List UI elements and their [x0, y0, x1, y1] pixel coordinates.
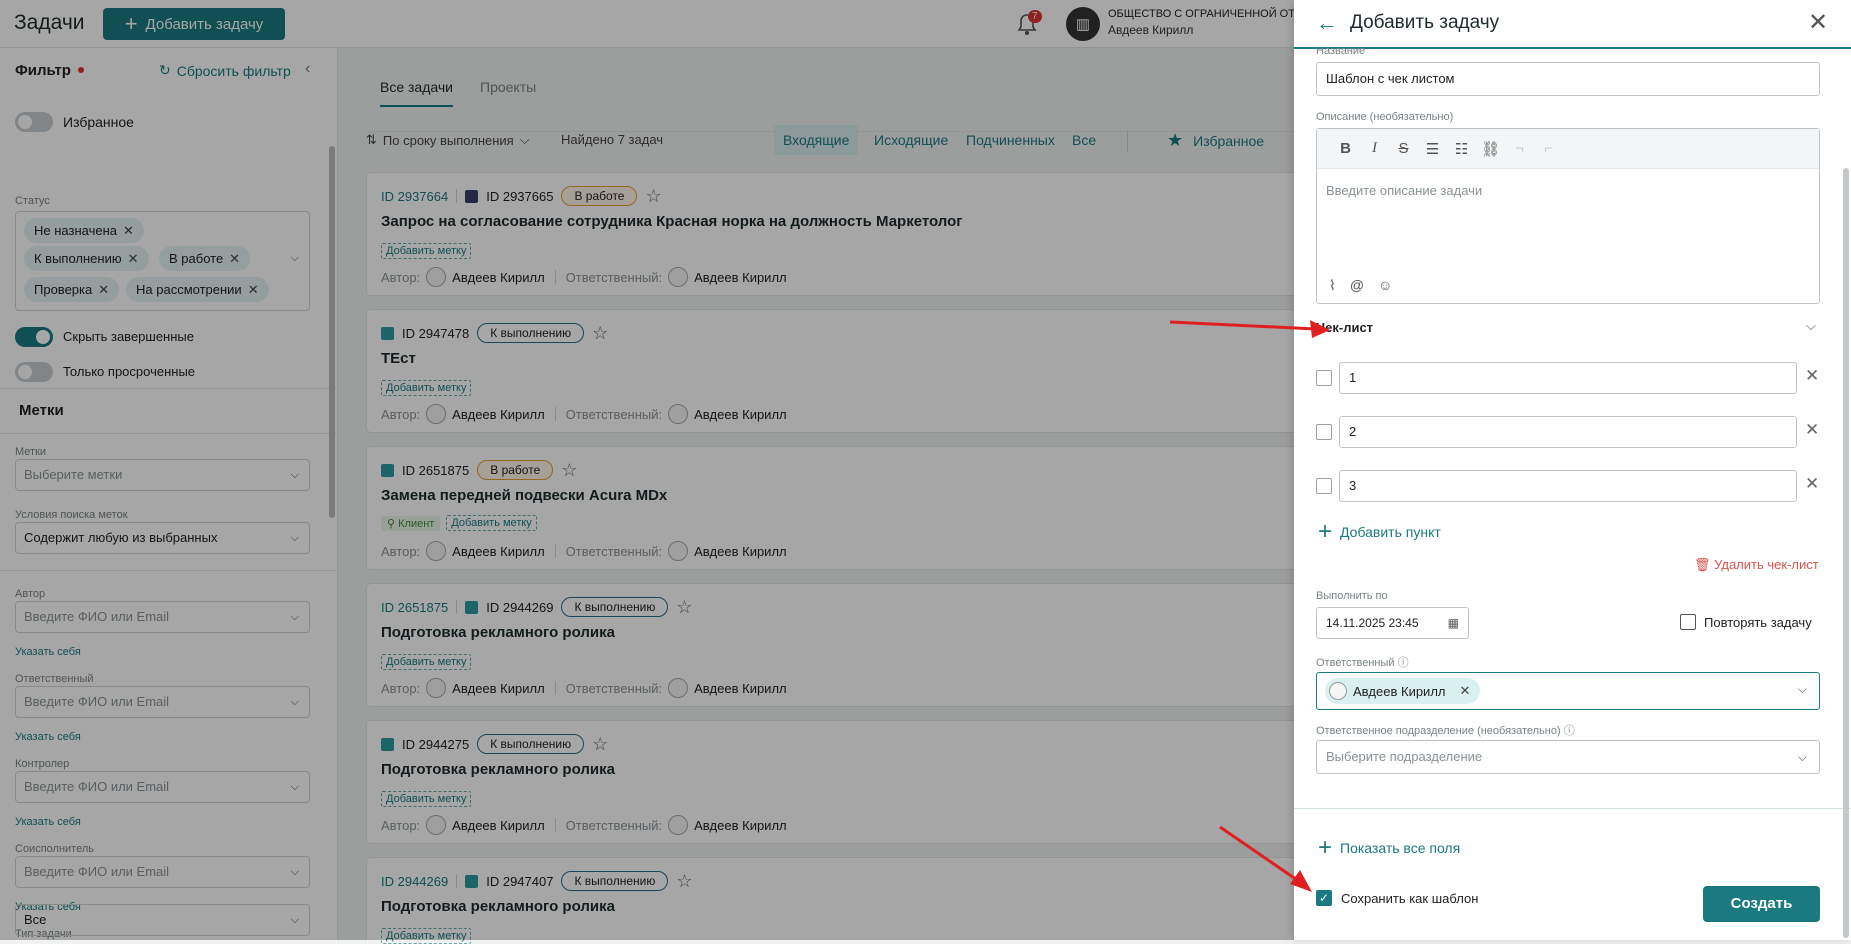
numbered-list-icon[interactable]: ☷ — [1447, 140, 1476, 158]
repeat-checkbox-box[interactable] — [1680, 614, 1696, 630]
help-icon[interactable]: ⓘ — [1398, 657, 1409, 669]
checklist-checkbox[interactable] — [1316, 424, 1332, 440]
delete-checklist-label: Удалить чек-лист — [1714, 557, 1819, 572]
checklist-checkbox[interactable] — [1316, 370, 1332, 386]
checklist-item-input[interactable]: 3 — [1339, 470, 1797, 502]
responsible-chip[interactable]: Авдеев Кирилл ✕ — [1325, 678, 1481, 704]
checklist-item-input[interactable]: 2 — [1339, 416, 1797, 448]
checklist-title[interactable]: Чек-лист — [1316, 320, 1373, 335]
responsible-select[interactable]: Авдеев Кирилл ✕ ⌵ — [1316, 672, 1820, 710]
responsible-chip-label: Авдеев Кирилл — [1353, 683, 1446, 699]
emoji-icon[interactable]: ☺ — [1378, 277, 1392, 294]
chevron-down-icon[interactable]: ⌵ — [1798, 682, 1807, 697]
remove-item-icon[interactable]: ✕ — [1805, 474, 1819, 494]
checklist-item-input[interactable]: 1 — [1339, 362, 1797, 394]
repeat-label: Повторять задачу — [1704, 614, 1812, 630]
link-icon[interactable]: ⛓ — [1476, 140, 1505, 158]
add-task-drawer: ← Добавить задачу ✕ Название Шаблон с че… — [1294, 0, 1851, 940]
close-icon[interactable]: ✕ — [1460, 683, 1471, 699]
description-placeholder: Введите описание задачи — [1326, 183, 1483, 198]
department-select[interactable]: Выберите подразделение ⌵ — [1316, 740, 1820, 774]
due-label: Выполнить по — [1316, 590, 1388, 602]
show-all-fields-label: Показать все поля — [1340, 840, 1461, 856]
back-arrow-icon[interactable]: ← — [1316, 10, 1338, 36]
repeat-task-checkbox[interactable]: Повторять задачу — [1680, 614, 1812, 630]
header-accent-line — [1294, 47, 1851, 49]
avatar — [1329, 682, 1347, 700]
bulleted-list-icon[interactable]: ☰ — [1418, 140, 1447, 158]
calendar-icon[interactable]: ▦ — [1448, 608, 1459, 638]
plus-icon: + — [1318, 518, 1333, 545]
add-item-label: Добавить пункт — [1340, 524, 1441, 540]
task-name-input[interactable]: Шаблон с чек листом — [1316, 62, 1820, 96]
department-placeholder: Выберите подразделение — [1326, 749, 1483, 764]
chevron-down-icon[interactable]: ⌵ — [1806, 318, 1816, 334]
create-button[interactable]: Создать — [1703, 886, 1820, 922]
bold-icon[interactable]: B — [1331, 140, 1360, 157]
redo-icon[interactable]: ⌐ — [1534, 140, 1563, 157]
strikethrough-icon[interactable]: S — [1389, 140, 1418, 157]
trash-icon: 🗑 — [1694, 557, 1715, 572]
show-all-fields-button[interactable]: + Показать все поля — [1318, 836, 1460, 860]
department-label-text: Ответственное подразделение (необязатель… — [1316, 725, 1561, 737]
chevron-down-icon: ⌵ — [1797, 750, 1807, 764]
remove-item-icon[interactable]: ✕ — [1805, 420, 1819, 440]
plus-icon: + — [1318, 834, 1333, 861]
attachment-icon[interactable]: ⌇ — [1329, 277, 1336, 294]
due-date-input[interactable]: 14.11.2025 23:45 ▦ — [1316, 607, 1469, 639]
add-item-button[interactable]: + Добавить пункт — [1318, 520, 1441, 544]
help-icon[interactable]: ⓘ — [1564, 725, 1575, 737]
description-label: Описание (необязательно) — [1316, 111, 1454, 123]
name-label: Название — [1316, 45, 1366, 57]
delete-checklist-button[interactable]: 🗑 Удалить чек-лист — [1694, 557, 1819, 573]
modal-backdrop[interactable] — [0, 0, 1294, 940]
drawer-title: Добавить задачу — [1350, 12, 1500, 33]
undo-icon[interactable]: ¬ — [1505, 140, 1534, 157]
save-as-template-label: Сохранить как шаблон — [1341, 890, 1479, 906]
drawer-scrollbar[interactable] — [1843, 168, 1849, 938]
mention-icon[interactable]: @ — [1350, 277, 1364, 294]
description-editor[interactable]: B I S ☰ ☷ ⛓ ¬ ⌐ Введите описание задачи … — [1316, 128, 1820, 304]
due-date-value: 14.11.2025 23:45 — [1326, 616, 1419, 630]
divider — [1294, 808, 1851, 809]
responsible-label-text: Ответственный — [1316, 657, 1395, 669]
save-as-template-checkbox[interactable]: ✓ Сохранить как шаблон — [1316, 890, 1478, 906]
editor-toolbar: B I S ☰ ☷ ⛓ ¬ ⌐ — [1317, 129, 1819, 169]
checklist-checkbox[interactable] — [1316, 478, 1332, 494]
department-label: Ответственное подразделение (необязатель… — [1316, 722, 1575, 738]
responsible-label: Ответственный ⓘ — [1316, 654, 1409, 670]
remove-item-icon[interactable]: ✕ — [1805, 366, 1819, 386]
italic-icon[interactable]: I — [1360, 140, 1389, 157]
checkmark-icon[interactable]: ✓ — [1316, 890, 1332, 906]
close-icon[interactable]: ✕ — [1808, 8, 1828, 37]
